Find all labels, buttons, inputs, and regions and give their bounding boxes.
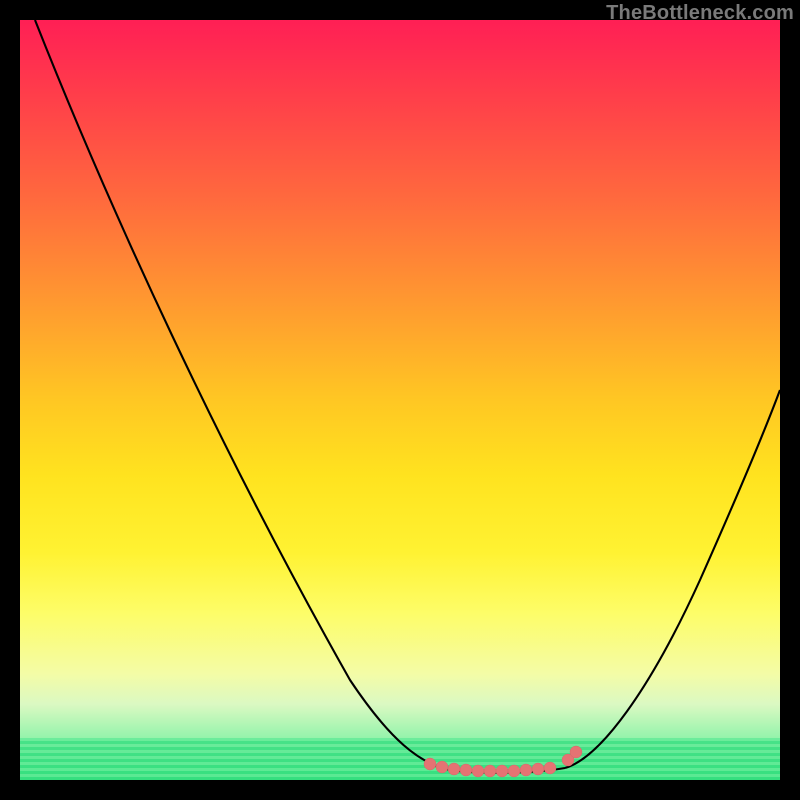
curve-layer: [20, 20, 780, 780]
bottleneck-curve-right: [565, 390, 780, 768]
chart-frame: TheBottleneck.com: [0, 0, 800, 800]
plot-area: [20, 20, 780, 780]
sweet-spot-markers: [424, 746, 582, 777]
watermark-text: TheBottleneck.com: [606, 2, 794, 25]
bottleneck-curve-left: [35, 20, 450, 770]
